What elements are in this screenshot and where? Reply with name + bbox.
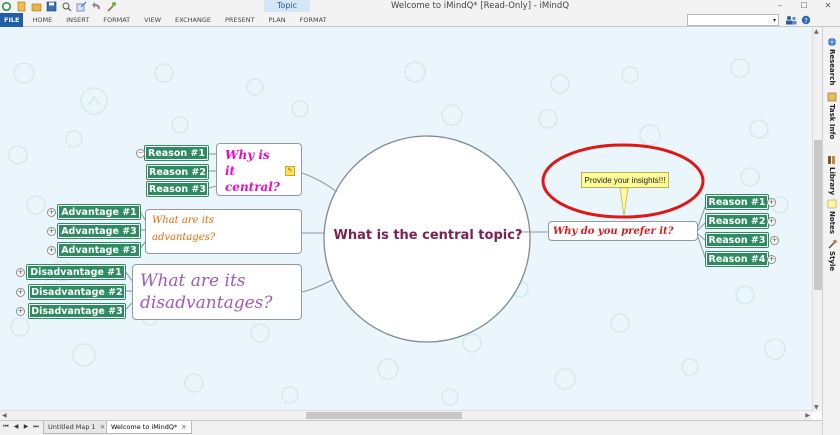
library-icon bbox=[827, 155, 837, 165]
help-icon[interactable]: ? bbox=[800, 14, 812, 26]
vertical-scrollbar[interactable]: ▲ ▼ bbox=[812, 27, 822, 412]
panel-task-info[interactable]: Task Info bbox=[825, 92, 839, 139]
map-canvas[interactable]: Reason #1 Reason #2 Reason #3 − Advantag… bbox=[0, 27, 812, 410]
sheet-tab-welcome-label: Welcome to iMindQ* bbox=[111, 423, 178, 431]
close-icon[interactable]: ✕ bbox=[100, 421, 105, 433]
why-central-line-3: central? bbox=[225, 180, 280, 194]
scroll-down-icon[interactable]: ▼ bbox=[814, 404, 819, 411]
prev-sheet-icon[interactable]: ◀ bbox=[12, 423, 20, 431]
scroll-up-icon[interactable]: ▲ bbox=[814, 28, 819, 35]
tab-format[interactable]: FORMAT bbox=[96, 13, 137, 27]
svg-text:?: ? bbox=[804, 17, 808, 25]
expand-prefer-reason-2[interactable]: + bbox=[767, 217, 776, 226]
expand-prefer-reason-3[interactable]: + bbox=[770, 236, 779, 245]
vertical-scroll-thumb[interactable] bbox=[814, 140, 822, 290]
title-bar: Topic Welcome to iMindQ* [Read-Only] - i… bbox=[0, 0, 840, 13]
panel-notes-label: Notes bbox=[828, 211, 836, 234]
last-sheet-icon[interactable]: ⏭ bbox=[32, 423, 40, 431]
sheet-tab-untitled[interactable]: Untitled Map 1 ✕ bbox=[43, 421, 111, 434]
prefer-label[interactable]: Why do you prefer it? bbox=[553, 226, 698, 237]
tab-view[interactable]: VIEW bbox=[137, 13, 168, 27]
expand-disadvantage-1[interactable]: + bbox=[16, 268, 25, 277]
sheet-tab-untitled-label: Untitled Map 1 bbox=[48, 423, 96, 431]
globe-icon bbox=[827, 37, 837, 47]
disadvantages-label[interactable]: What are its disadvantages? bbox=[140, 270, 310, 314]
scroll-right-icon[interactable]: ▶ bbox=[805, 411, 810, 420]
advantage-1[interactable]: Advantage #1 bbox=[57, 204, 141, 220]
central-topic-label[interactable]: What is the central topic? bbox=[328, 228, 528, 243]
horizontal-scroll-thumb[interactable] bbox=[306, 412, 462, 419]
expand-prefer-reason-4[interactable]: + bbox=[767, 255, 776, 264]
why-reason-3[interactable]: Reason #3 bbox=[146, 181, 209, 197]
style-icon bbox=[827, 239, 837, 249]
search-input[interactable]: ▾ bbox=[687, 14, 779, 26]
side-panel: Research Task Info Library Notes Style bbox=[822, 27, 840, 435]
advantage-3[interactable]: Advantage #3 bbox=[57, 242, 141, 258]
panel-style-label: Style bbox=[828, 251, 836, 272]
panel-library[interactable]: Library bbox=[825, 155, 839, 195]
callout-pointer bbox=[619, 187, 629, 217]
panel-research[interactable]: Research bbox=[825, 37, 839, 85]
panel-notes[interactable]: Notes bbox=[825, 199, 839, 234]
horizontal-scrollbar[interactable]: ◀ ▶ bbox=[0, 410, 812, 420]
prefer-reason-1[interactable]: Reason #1 bbox=[705, 194, 769, 210]
scroll-left-icon[interactable]: ◀ bbox=[2, 411, 7, 420]
window-title: Welcome to iMindQ* [Read-Only] - iMindQ bbox=[390, 1, 570, 11]
ribbon-right-icons: ? bbox=[785, 14, 812, 26]
first-sheet-icon[interactable]: ⏮ bbox=[2, 423, 10, 431]
sheet-tab-bar: ⏮ ◀ ▶ ⏭ Untitled Map 1 ✕ Welcome to iMin… bbox=[0, 420, 822, 435]
minimize-button[interactable]: – bbox=[768, 0, 792, 12]
advantages-line-1: What are its bbox=[152, 215, 215, 226]
tab-exchange[interactable]: EXCHANGE bbox=[168, 13, 218, 27]
disadvantages-line-2: disadvantages? bbox=[140, 293, 273, 313]
panel-task-info-label: Task Info bbox=[828, 104, 836, 140]
expand-advantage-2[interactable]: + bbox=[47, 227, 56, 236]
panel-research-label: Research bbox=[828, 49, 836, 86]
prefer-reason-2[interactable]: Reason #2 bbox=[705, 213, 769, 229]
why-reason-2[interactable]: Reason #2 bbox=[146, 164, 209, 180]
tab-topic-format[interactable]: FORMAT bbox=[293, 13, 334, 27]
collapse-why-toggle[interactable]: − bbox=[136, 149, 145, 158]
notes-icon bbox=[827, 199, 837, 209]
next-sheet-icon[interactable]: ▶ bbox=[22, 423, 30, 431]
sheet-nav: ⏮ ◀ ▶ ⏭ bbox=[2, 423, 40, 431]
insights-callout[interactable]: Provide your insights!!! bbox=[581, 172, 669, 188]
expand-advantage-3[interactable]: + bbox=[47, 246, 56, 255]
advantages-line-2: advantages? bbox=[152, 232, 216, 243]
close-icon[interactable]: ✕ bbox=[181, 421, 186, 433]
tab-home[interactable]: HOME bbox=[25, 13, 59, 27]
tab-plan[interactable]: PLAN bbox=[262, 13, 293, 27]
panel-library-label: Library bbox=[828, 167, 836, 196]
why-central-label[interactable]: Why is it central? bbox=[225, 147, 285, 195]
why-central-line-1: Why is bbox=[225, 148, 270, 162]
maximize-button[interactable]: ☐ bbox=[792, 0, 816, 12]
advantage-2[interactable]: Advantage #3 bbox=[57, 223, 141, 239]
sheet-tab-welcome[interactable]: Welcome to iMindQ* ✕ bbox=[106, 421, 192, 434]
disadvantage-3[interactable]: Disadvantage #3 bbox=[28, 303, 126, 319]
expand-disadvantage-3[interactable]: + bbox=[16, 307, 25, 316]
why-central-line-2: it bbox=[225, 164, 236, 178]
expand-prefer-reason-1[interactable]: + bbox=[767, 198, 776, 207]
advantages-label[interactable]: What are its advantages? bbox=[152, 212, 272, 246]
tab-insert[interactable]: INSERT bbox=[59, 13, 96, 27]
expand-advantage-1[interactable]: + bbox=[47, 208, 56, 217]
note-icon[interactable]: ✎ bbox=[285, 166, 295, 176]
chevron-down-icon[interactable]: ▾ bbox=[773, 15, 776, 26]
disadvantages-line-1: What are its bbox=[140, 271, 246, 291]
prefer-reason-3[interactable]: Reason #3 bbox=[705, 232, 769, 248]
tab-present[interactable]: PRESENT bbox=[218, 13, 262, 27]
disadvantage-1[interactable]: Disadvantage #1 bbox=[26, 264, 126, 280]
users-icon[interactable] bbox=[785, 14, 797, 26]
expand-disadvantage-2[interactable]: + bbox=[16, 288, 25, 297]
task-icon bbox=[827, 92, 837, 102]
why-reason-1[interactable]: Reason #1 bbox=[144, 145, 209, 161]
prefer-reason-4[interactable]: Reason #4 bbox=[705, 251, 769, 267]
disadvantage-2[interactable]: Disadvantage #2 bbox=[28, 284, 126, 300]
panel-style[interactable]: Style bbox=[825, 239, 839, 271]
close-button[interactable]: ✕ bbox=[816, 0, 840, 12]
window-controls: – ☐ ✕ bbox=[768, 0, 840, 12]
tab-file[interactable]: FILE bbox=[0, 12, 24, 27]
